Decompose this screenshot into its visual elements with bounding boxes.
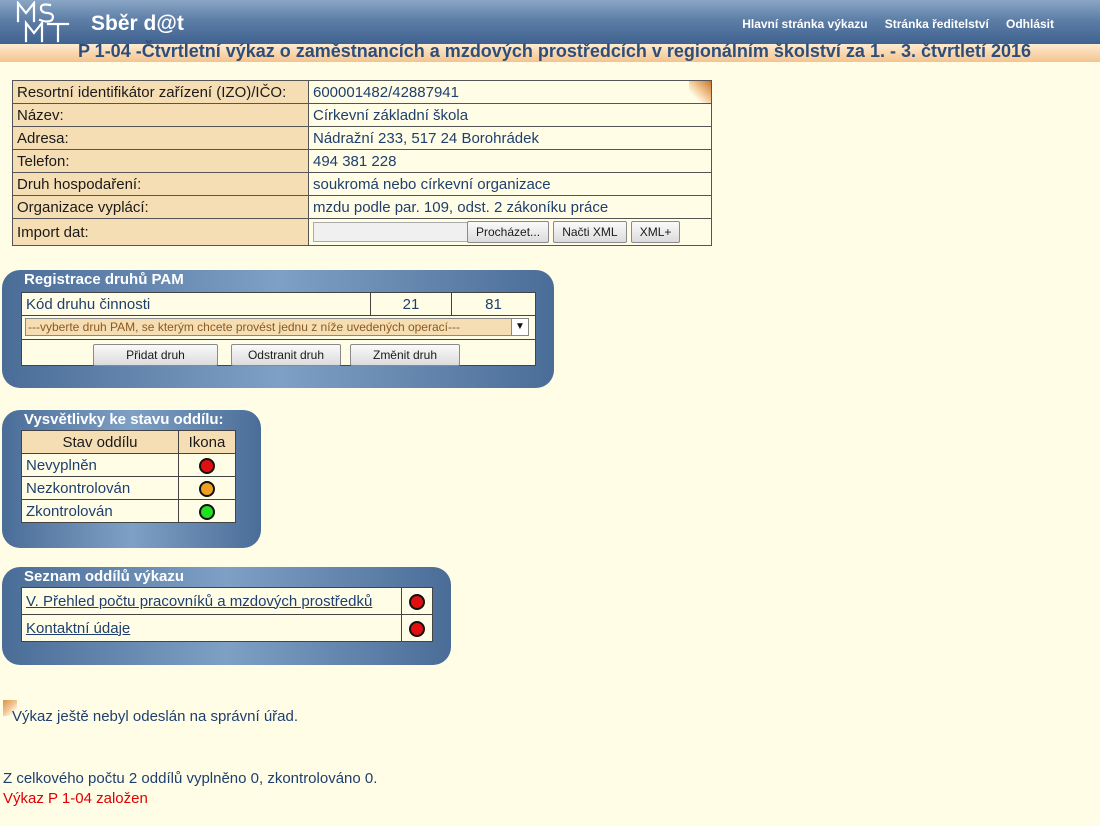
state-label: Nezkontrolován	[21, 476, 179, 500]
red-status-icon	[199, 457, 215, 474]
summary-note: Z celkového počtu 2 oddílů vyplněno 0, z…	[3, 770, 378, 787]
table-row: Nevyplněn	[21, 453, 236, 477]
red-status-icon	[409, 593, 425, 610]
icon-column-header: Ikona	[178, 430, 236, 454]
table-row: Stav oddílu Ikona	[21, 430, 236, 454]
activity-code-21[interactable]: 21	[370, 293, 452, 316]
info-value: 600001482/42887941	[313, 83, 459, 101]
table-row: Zkontrolován	[21, 499, 236, 523]
info-value: mzdu podle par. 109, odst. 2 zákoníku pr…	[308, 195, 712, 219]
info-label: Druh hospodaření:	[12, 172, 309, 196]
activity-code-label: Kód druhu činnosti	[22, 293, 371, 316]
section-cell: Kontaktní údaje	[21, 614, 402, 642]
pam-code-table: Kód druhu činnosti 21 81	[22, 293, 535, 316]
page-title: P 1-04 -Čtvrtletní výkaz o zaměstnancích…	[78, 41, 1032, 61]
state-label: Nevyplněn	[21, 453, 179, 477]
section-link-overview[interactable]: V. Přehled počtu pracovníků a mzdových p…	[26, 593, 372, 610]
info-label: Telefon:	[12, 149, 309, 173]
table-row: Kód druhu činnosti 21 81	[22, 293, 535, 316]
legend-panel-title: Vysvětlivky ke stavu oddílu:	[24, 411, 224, 428]
remove-type-button[interactable]: Odstranit druh	[231, 344, 341, 366]
table-row: Telefon: 494 381 228	[12, 149, 712, 173]
icon-cell	[401, 587, 433, 615]
info-value: Nádražní 233, 517 24 Borohrádek	[308, 126, 712, 150]
legend-table-box: Stav oddílu Ikona Nevyplněn Nezkontrolov…	[21, 430, 236, 523]
table-row: Druh hospodaření: soukromá nebo církevní…	[12, 172, 712, 196]
icon-cell	[178, 476, 236, 500]
legend-table: Stav oddílu Ikona Nevyplněn Nezkontrolov…	[21, 430, 236, 523]
brand-name: Sběr d@t	[91, 12, 184, 35]
sections-panel-title: Seznam oddílů výkazu	[24, 568, 185, 585]
icon-cell	[401, 614, 433, 642]
pam-table-box: Kód druhu činnosti 21 81 ---vyberte druh…	[21, 292, 536, 366]
pam-panel: Registrace druhů PAM Kód druhu činnosti …	[2, 270, 554, 388]
state-column-header: Stav oddílu	[21, 430, 179, 454]
info-value: Církevní základní škola	[308, 103, 712, 127]
sections-table: V. Přehled počtu pracovníků a mzdových p…	[21, 587, 433, 642]
select-row: ---vyberte druh PAM, se kterým chcete pr…	[22, 317, 535, 340]
info-label: Název:	[12, 103, 309, 127]
nav-logout-link[interactable]: Odhlásit	[1006, 17, 1054, 31]
chevron-down-icon[interactable]: ▼	[511, 319, 528, 335]
created-note: Výkaz P 1-04 založen	[3, 790, 148, 807]
green-status-icon	[199, 503, 215, 520]
table-row: Organizace vyplácí: mzdu podle par. 109,…	[12, 195, 712, 219]
icon-cell	[178, 453, 236, 477]
file-path-input[interactable]	[313, 222, 468, 242]
sections-table-box: V. Přehled počtu pracovníků a mzdových p…	[21, 587, 433, 643]
load-xml-button[interactable]: Načti XML	[553, 221, 627, 243]
legend-panel: Vysvětlivky ke stavu oddílu: Stav oddílu…	[2, 410, 261, 548]
top-nav: Hlavní stránka výkazu Stránka ředitelstv…	[729, 15, 1054, 32]
import-controls: Procházet... Načti XML XML+	[308, 218, 712, 246]
red-status-icon	[409, 620, 425, 637]
corner-decoration	[689, 81, 711, 103]
change-type-button[interactable]: Změnit druh	[350, 344, 460, 366]
info-label: Resortní identifikátor zařízení (IZO)/IČ…	[12, 80, 309, 104]
info-label: Adresa:	[12, 126, 309, 150]
table-row: Název: Církevní základní škola	[12, 103, 712, 127]
msmt-logo	[16, 1, 70, 43]
table-row: Resortní identifikátor zařízení (IZO)/IČ…	[12, 80, 712, 104]
activity-code-81[interactable]: 81	[451, 293, 535, 316]
table-row: V. Přehled počtu pracovníků a mzdových p…	[21, 587, 433, 615]
info-value-cell: 600001482/42887941	[308, 80, 712, 104]
section-cell: V. Přehled počtu pracovníků a mzdových p…	[21, 587, 402, 615]
table-row: Adresa: Nádražní 233, 517 24 Borohrádek	[12, 126, 712, 150]
browse-button[interactable]: Procházet...	[467, 221, 550, 243]
sections-panel: Seznam oddílů výkazu V. Přehled počtu pr…	[2, 567, 451, 665]
school-info-table: Resortní identifikátor zařízení (IZO)/IČ…	[12, 80, 712, 246]
pam-type-select[interactable]: ---vyberte druh PAM, se kterým chcete pr…	[25, 318, 529, 336]
add-type-button[interactable]: Přidat druh	[93, 344, 218, 366]
info-value: soukromá nebo církevní organizace	[308, 172, 712, 196]
table-row: Kontaktní údaje	[21, 614, 433, 642]
section-link-contacts[interactable]: Kontaktní údaje	[26, 620, 130, 637]
nav-main-page-link[interactable]: Hlavní stránka výkazu	[742, 17, 867, 31]
pam-panel-title: Registrace druhů PAM	[24, 271, 184, 288]
icon-cell	[178, 499, 236, 523]
orange-status-icon	[199, 480, 215, 497]
nav-directorate-link[interactable]: Stránka ředitelství	[885, 17, 989, 31]
top-bar: Sběr d@t Hlavní stránka výkazu Stránka ř…	[0, 0, 1100, 44]
info-label: Organizace vyplácí:	[12, 195, 309, 219]
xml-plus-button[interactable]: XML+	[630, 221, 681, 243]
not-sent-note: Výkaz ještě nebyl odeslán na správní úřa…	[12, 708, 299, 725]
info-value: 494 381 228	[308, 149, 712, 173]
table-row: Import dat: Procházet... Načti XML XML+	[12, 218, 712, 246]
state-label: Zkontrolován	[21, 499, 179, 523]
import-label: Import dat:	[12, 218, 309, 246]
table-row: Nezkontrolován	[21, 476, 236, 500]
pam-select-placeholder: ---vyberte druh PAM, se kterým chcete pr…	[28, 320, 460, 334]
